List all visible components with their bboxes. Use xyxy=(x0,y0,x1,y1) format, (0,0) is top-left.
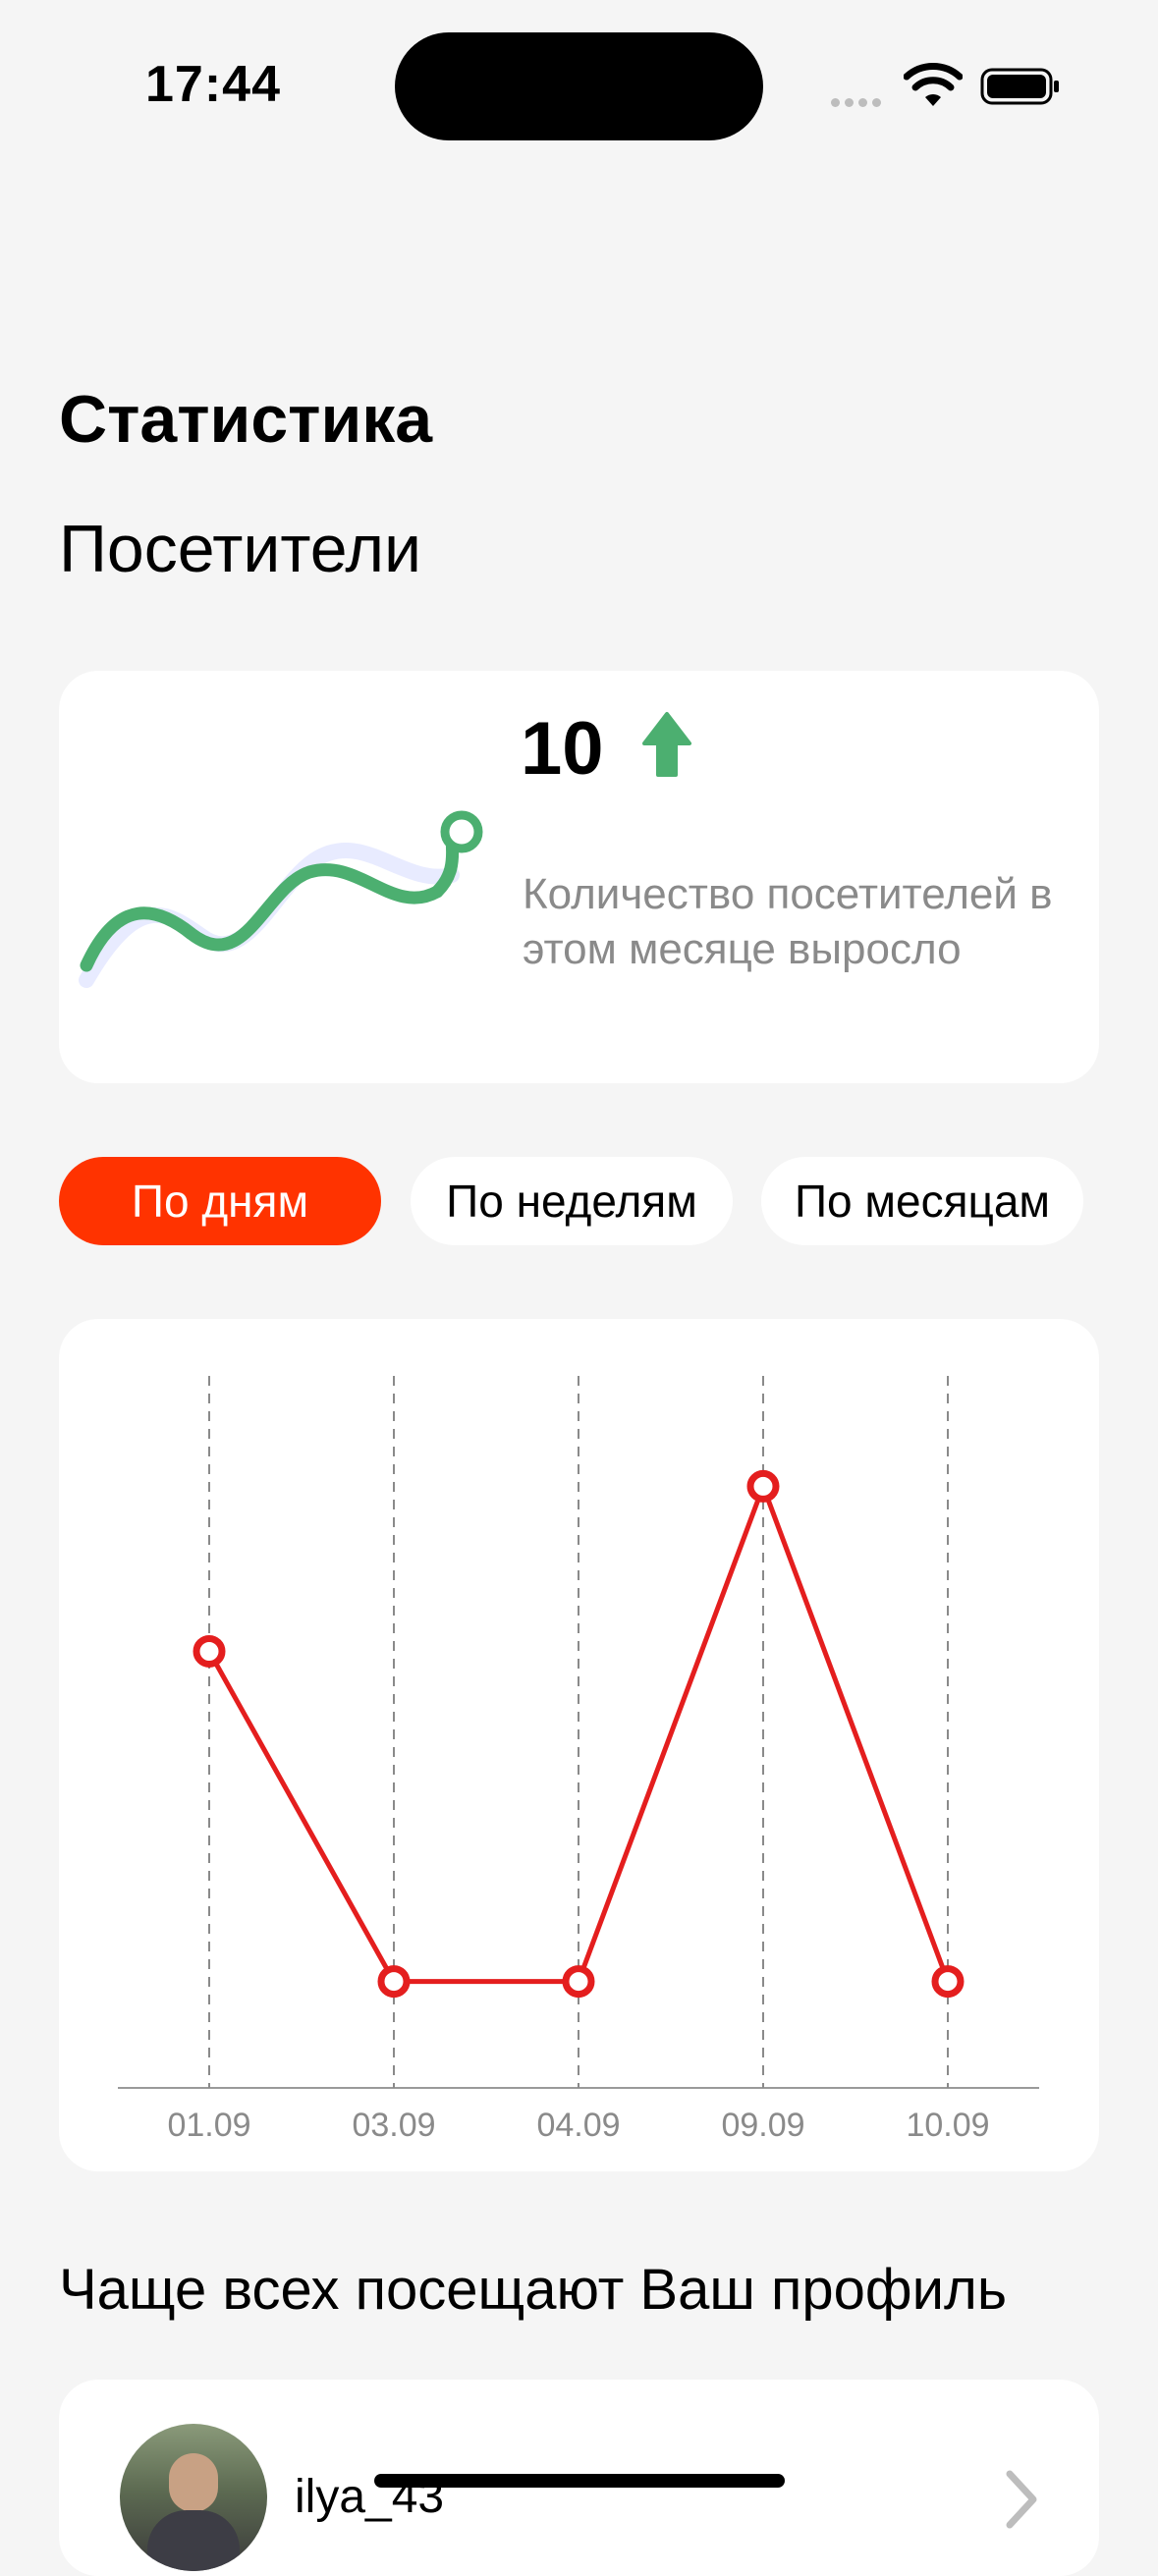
top-visitors-title: Чаще всех посещают Ваш профиль xyxy=(59,2258,1008,2322)
home-indicator xyxy=(374,2474,785,2488)
trend-graph-icon xyxy=(79,810,483,988)
line-chart: 01.09 03.09 04.09 09.09 10.09 xyxy=(118,1376,1039,2144)
visitors-description: Количество посетителей в этом месяце выр… xyxy=(523,870,1053,973)
visitors-chart: 01.09 03.09 04.09 09.09 10.09 xyxy=(59,1319,1099,2171)
wifi-icon xyxy=(904,63,963,106)
data-point xyxy=(377,1965,411,1999)
data-point xyxy=(931,1965,965,1999)
chevron-right-icon xyxy=(1006,2470,1037,2529)
up-arrow-icon xyxy=(642,712,691,777)
page-title: Статистика xyxy=(59,382,433,457)
section-title: Посетители xyxy=(59,512,421,586)
x-tick-label: 01.09 xyxy=(167,2107,250,2144)
visitors-summary-card: 10 Количество посетителей в этом месяце … xyxy=(59,671,1099,1083)
filter-by-months[interactable]: По месяцам xyxy=(761,1157,1083,1245)
cellular-signal-icon xyxy=(831,94,886,112)
x-tick-label: 09.09 xyxy=(721,2107,804,2144)
data-point xyxy=(746,1469,780,1503)
filter-by-weeks[interactable]: По неделям xyxy=(411,1157,733,1245)
avatar xyxy=(120,2424,267,2571)
filter-by-days[interactable]: По дням xyxy=(59,1157,381,1245)
x-tick-label: 04.09 xyxy=(536,2107,620,2144)
data-point xyxy=(562,1965,595,1999)
x-tick-label: 10.09 xyxy=(906,2107,989,2144)
battery-icon xyxy=(980,68,1059,105)
x-tick-label: 03.09 xyxy=(352,2107,435,2144)
dynamic-island xyxy=(395,32,763,140)
visitors-count: 10 xyxy=(521,707,604,791)
data-point xyxy=(193,1634,226,1668)
status-time: 17:44 xyxy=(145,56,281,113)
